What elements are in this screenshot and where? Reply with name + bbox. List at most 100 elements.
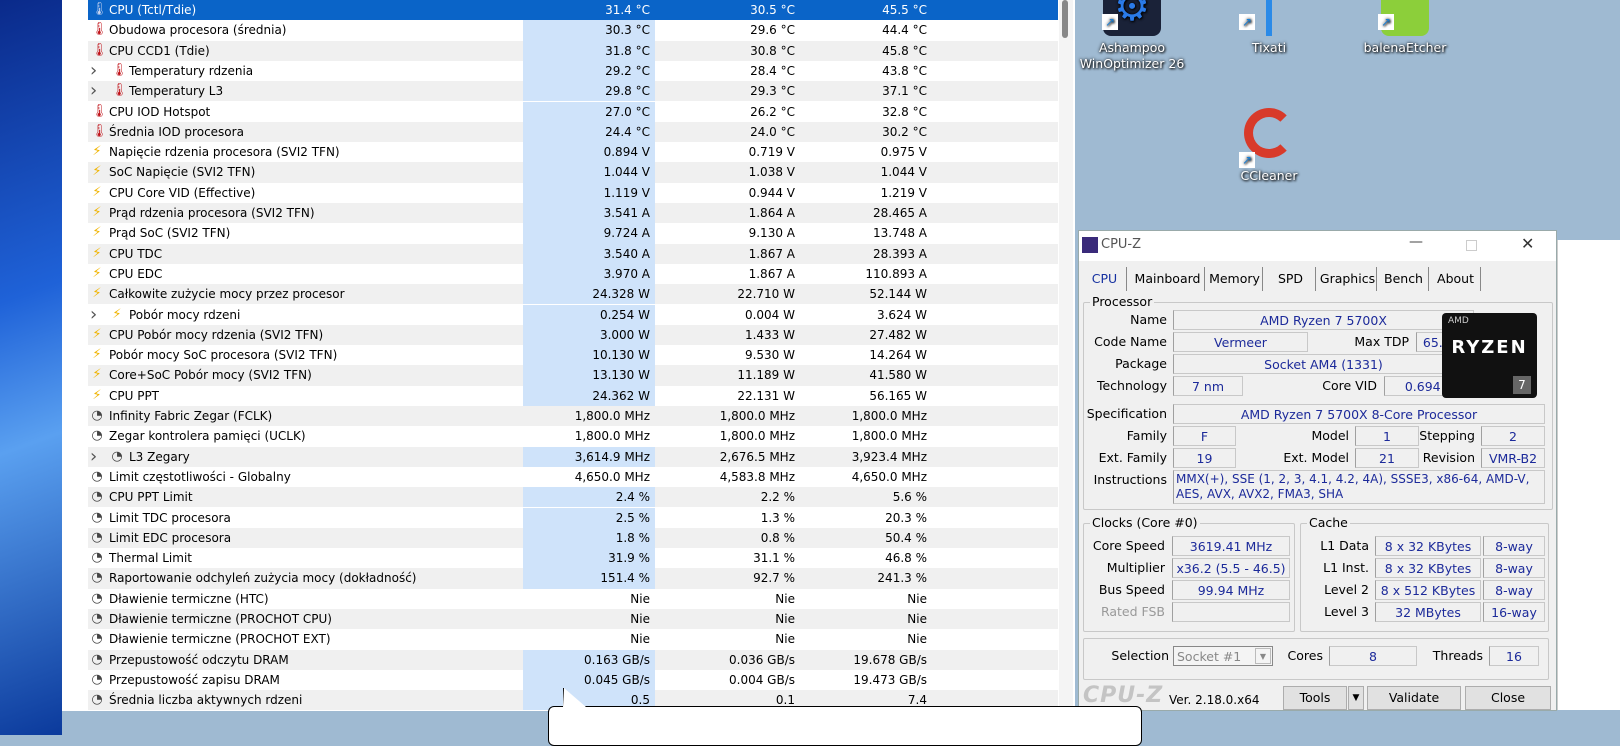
sensor-max-value: 45.8 °C [882,43,927,58]
tab-graphics[interactable]: Graphics [1319,267,1377,291]
lightning-icon: ⚡︎ [92,245,102,261]
sensor-min-value: Nie [775,632,795,647]
sensor-row[interactable]: ◔ Przepustowość odczytu DRAM 0.163 GB/s 0.0… [88,649,1058,670]
tools-dropdown-arrow-icon[interactable]: ▼ [1348,686,1364,710]
sensor-max-value: 50.4 % [885,530,927,545]
sensor-row[interactable]: ⚡︎ CPU Pobór mocy rdzenia (SVI2 TFN) 3.000… [88,324,1058,346]
close-button[interactable]: Close [1465,686,1551,710]
tab-spd[interactable]: SPD [1266,267,1316,291]
minimize-button[interactable]: — [1409,234,1423,250]
sensor-min-value: 1.867 A [748,266,795,281]
sensor-row[interactable]: ⚡︎ Napięcie rdzenia procesora (SVI2 TFN) 0… [88,142,1058,163]
thermometer-icon: 🌡︎ [91,42,108,58]
sensor-current-value: 0.163 GB/s [584,652,650,667]
sensor-label: Całkowite zużycie mocy przez procesor [109,287,345,302]
sensor-row[interactable]: ⚡︎ CPU TDC 3.540 A 1.867 A 28.393 A [88,243,1058,264]
validate-button[interactable]: Validate [1367,686,1461,710]
clock-icon: ◔ [91,590,103,606]
sensor-max-value: 27.482 W [869,327,927,342]
sensor-min-value: 1,800.0 MHz [719,409,795,423]
sensor-min-value: 1.3 % [760,510,795,525]
sensor-row[interactable]: ⚡︎ CPU PPT 24.362 W 22.131 W 56.165 W [88,385,1058,406]
sensor-label: SoC Napięcie (SVI2 TFN) [109,165,256,180]
maximize-button[interactable] [1466,240,1477,251]
sensor-row[interactable]: ⚡︎ Core+SoC Pobór mocy (SVI2 TFN) 13.130 W… [88,365,1058,386]
tab-about[interactable]: About [1431,267,1481,291]
sensor-current-value: 3,614.9 MHz [574,449,650,464]
sensor-row[interactable]: ⚡︎ CPU EDC 3.970 A 1.867 A 110.893 A [88,263,1058,285]
tools-button[interactable]: Tools [1283,686,1347,710]
sensor-row[interactable]: 🌡︎ Obudowa procesora (średnia) 30.3 °C 29.6… [88,20,1058,41]
tdp-label: Max TDP [1354,334,1409,349]
expand-chevron-icon[interactable]: › [90,446,97,467]
sensor-min-value: 1.038 V [748,165,795,180]
package-field: Socket AM4 (1331) [1173,354,1474,374]
icon-label: CCleaner [1240,168,1298,183]
socket-select[interactable]: Socket #1 ▼ [1173,646,1273,666]
tab-cpu[interactable]: CPU [1083,267,1127,291]
sensor-row[interactable]: ⚡︎ Prąd rdzenia procesora (SVI2 TFN) 3.541… [88,203,1058,224]
tab-bench[interactable]: Bench [1379,267,1429,291]
sensor-label: Limit EDC procesora [109,530,232,545]
sensor-row[interactable]: ⚡︎ Pobór mocy SoC procesora (SVI2 TFN) 10.… [88,345,1058,366]
desktop-icon-tixati[interactable]: Tixati ↗ [1214,0,1324,56]
lightning-icon: ⚡︎ [92,347,102,363]
sensor-row[interactable]: ◔ Limit TDC procesora 2.5 % 1.3 % 20.3 % [88,507,1058,528]
sensor-row[interactable]: ⚡︎ Całkowite zużycie mocy przez procesor 2… [88,284,1058,305]
sensor-row[interactable]: › 🌡︎ Temperatury rdzenia 29.2 °C 28.4 °C 43.8… [88,60,1058,82]
expand-chevron-icon[interactable]: › [90,81,97,101]
sensor-min-value: 2.2 % [760,490,795,505]
sensor-row[interactable]: ◔ Dławienie termiczne (HTC) Nie Nie Nie [88,589,1058,609]
cache-assoc-field: 8-way [1483,536,1545,556]
sensor-current-value: 1.044 V [603,165,650,180]
sensor-row[interactable]: › ◔ L3 Zegary 3,614.9 MHz 2,676.5 MHz 3,923.4… [88,446,1058,467]
sensor-label: L3 Zegary [129,449,190,464]
tab-mainboard[interactable]: Mainboard [1131,267,1205,291]
bus-speed-field: 99.94 MHz [1172,580,1290,600]
sensor-min-value: 0.036 GB/s [729,652,795,667]
sensor-row[interactable]: 🌡︎ CPU IOD Hotspot 27.0 °C 26.2 °C 32.8 °C [88,101,1058,122]
sensor-row[interactable]: ⚡︎ SoC Napięcie (SVI2 TFN) 1.044 V 1.038 V 1… [88,162,1058,183]
sensor-row[interactable]: ◔ Dławienie termiczne (PROCHOT CPU) Nie Nie… [88,609,1058,630]
desktop-icon-balenaetcher[interactable]: balenaEtcher ↗ [1350,0,1460,56]
scrollbar-thumb[interactable] [1062,0,1068,38]
sensor-row[interactable]: ◔ Infinity Fabric Zegar (FCLK) 1,800.0 MHz… [88,406,1058,427]
sensor-row[interactable]: 🌡︎ CPU (Tctl/Tdie) 31.4 °C 30.5 °C 45.5 °C [88,0,1058,21]
sensor-row[interactable]: ⚡︎ CPU Core VID (Effective) 1.119 V 0.944 V… [88,182,1058,203]
tab-memory[interactable]: Memory [1207,267,1263,291]
sensor-row[interactable]: ◔ Zegar kontrolera pamięci (UCLK) 1,800.0 … [88,426,1058,446]
name-field: AMD Ryzen 7 5700X [1173,310,1474,330]
sensor-row[interactable]: 🌡︎ Średnia IOD procesora 24.4 °C 24.0 °C 30.… [88,121,1058,143]
sensor-row[interactable]: ◔ CPU PPT Limit 2.4 % 2.2 % 5.6 % [88,487,1058,508]
sensor-row[interactable]: ◔ Limit częstotliwości - Globalny 4,650.0 … [88,467,1058,487]
sensor-max-value: 30.2 °C [882,124,927,139]
expand-chevron-icon[interactable]: › [90,304,97,325]
sensor-row[interactable]: ◔ Dławienie termiczne (PROCHOT EXT) Nie Nie… [88,629,1058,649]
sensor-label: Dławienie termiczne (PROCHOT EXT) [109,632,331,647]
desktop-icon-ashampoo[interactable]: ⚙ Ashampoo WinOptimizer 26 ↗ [1077,0,1187,72]
sensor-min-value: 22.710 W [737,287,795,302]
lightning-icon: ⚡︎ [92,326,102,342]
close-window-button[interactable]: ✕ [1521,234,1534,253]
desktop-icon-ccleaner[interactable]: CCleaner ↗ [1214,108,1324,184]
window-title: CPU-Z [1101,237,1142,252]
expand-chevron-icon[interactable]: › [90,60,97,81]
sensor-row[interactable]: ⚡︎ Prąd SoC (SVI2 TFN) 9.724 A 9.130 A 13.74… [88,223,1058,244]
clock-icon: ◔ [91,671,103,687]
icon-label: WinOptimizer 26 [1079,56,1185,71]
sensor-current-value: 1.8 % [615,530,650,545]
core-speed-field: 3619.41 MHz [1172,536,1290,556]
sensor-row[interactable]: ◔ Limit EDC procesora 1.8 % 0.8 % 50.4 % [88,527,1058,549]
sensor-min-value: 29.3 °C [750,84,795,99]
sensor-min-value: 0.004 GB/s [729,672,795,687]
sensor-row[interactable]: ◔ Thermal Limit 31.9 % 31.1 % 46.8 % [88,548,1058,569]
sensor-row[interactable]: 🌡︎ CPU CCD1 (Tdie) 31.8 °C 30.8 °C 45.8 °C [88,40,1058,61]
tooltip-balloon [548,706,1142,746]
sensor-min-value: 1.433 W [744,327,795,342]
clock-icon: ◔ [91,550,103,566]
scrollbar[interactable] [1059,0,1073,711]
sensor-row[interactable]: ◔ Raportowanie odchyleń zużycia mocy (dok… [88,568,1058,589]
sensor-label: Thermal Limit [109,551,192,566]
sensor-row[interactable]: › 🌡︎ Temperatury L3 29.8 °C 29.3 °C 37.1 °C [88,81,1058,102]
sensor-row[interactable]: › ⚡︎ Pobór mocy rdzeni 0.254 W 0.004 W 3.624 … [88,304,1058,325]
